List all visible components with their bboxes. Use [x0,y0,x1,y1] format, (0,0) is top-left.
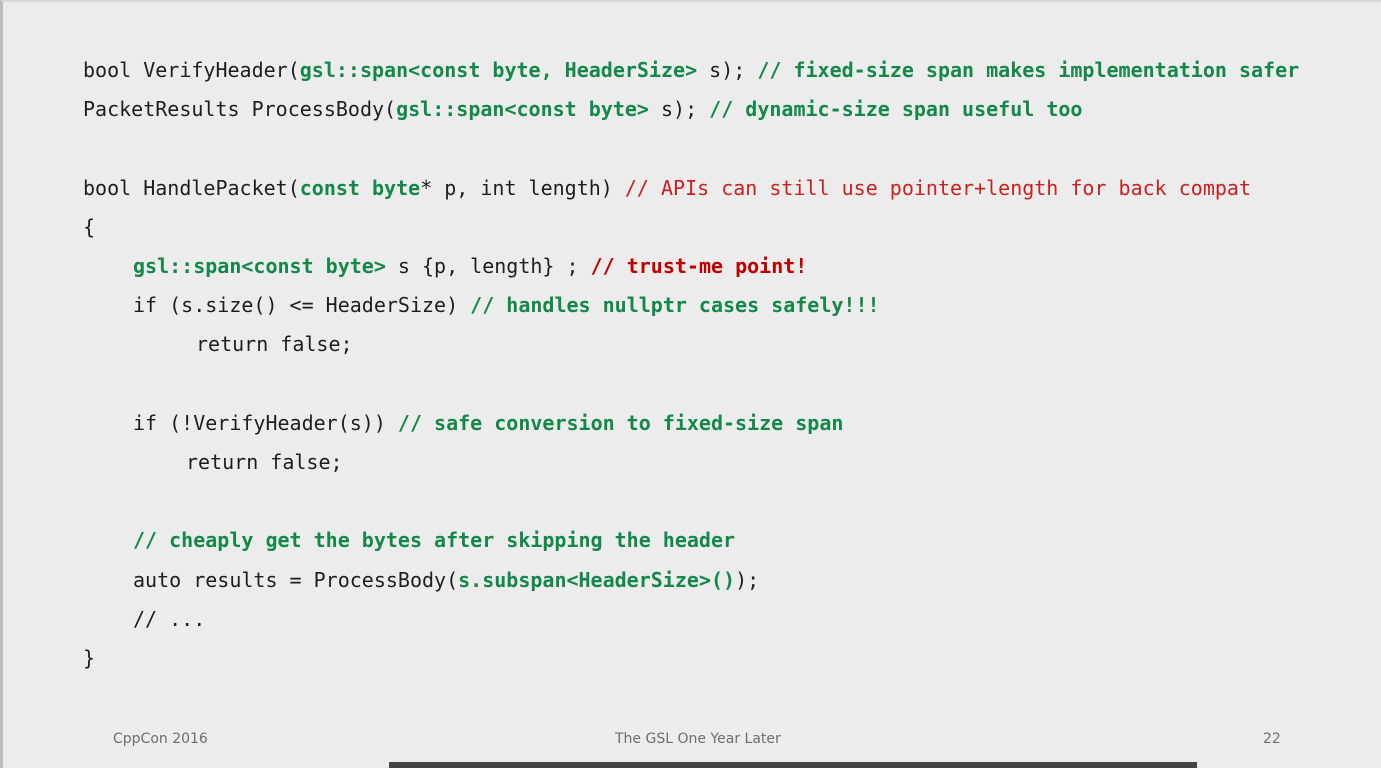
code-highlight: // safe conversion to fixed-size span [397,411,844,435]
code-line: auto results = ProcessBody(s.subspan<Hea… [133,568,759,592]
code-token: // ... [133,607,206,631]
code-line: if (!VerifyHeader(s)) // safe conversion… [133,411,843,435]
slide: bool VerifyHeader(gsl::span<const byte, … [0,0,1381,768]
code-highlight: s.subspan<HeaderSize>() [458,568,736,592]
code-token: bool HandlePacket( [83,176,300,200]
code-token: s); [697,58,758,82]
code-line: gsl::span<const byte> s {p, length} ; //… [133,254,807,278]
code-token: ); [735,568,760,592]
code-line: bool HandlePacket(const byte* p, int len… [83,176,1251,200]
code-comment-warning: // APIs can still use pointer+length for… [624,176,1252,200]
code-line: } [83,646,95,670]
code-token: } [83,646,96,670]
code-line: // cheaply get the bytes after skipping … [133,528,735,552]
code-token: { [83,215,96,239]
code-highlight: gsl::span<const byte, HeaderSize> [299,58,698,82]
footer-slide-number: 22 [1263,731,1281,747]
code-line: return false; [196,332,353,356]
code-token: s); [648,97,710,121]
video-progress-bar[interactable] [389,762,1197,768]
footer-talk-title: The GSL One Year Later [615,731,781,747]
code-highlight: const byte [299,176,421,200]
code-line: // ... [133,607,205,631]
code-token: if (!VerifyHeader(s)) [133,411,398,435]
code-line: return false; [186,450,343,474]
code-token: bool VerifyHeader( [83,58,300,82]
code-highlight: // cheaply get the bytes after skipping … [133,528,736,552]
code-token: return false; [186,450,343,474]
code-line: bool VerifyHeader(gsl::span<const byte, … [83,58,1299,82]
code-highlight: // fixed-size span makes implementation … [757,58,1300,82]
code-line: { [83,215,95,239]
code-highlight: // dynamic-size span useful too [709,97,1083,121]
code-line: PacketResults ProcessBody(gsl::span<cons… [83,97,1082,121]
footer-conference: CppCon 2016 [113,731,208,747]
code-token: * p, int length) [420,176,625,200]
code-highlight: gsl::span<const byte> [133,254,386,278]
code-token: s {p, length} ; [385,254,591,278]
code-line: if (s.size() <= HeaderSize) // handles n… [133,293,880,317]
code-highlight: gsl::span<const byte> [396,97,649,121]
code-token: auto results = ProcessBody( [133,568,459,592]
code-token: return false; [196,332,353,356]
code-comment-warning: // trust-me point! [590,254,808,278]
code-token: if (s.size() <= HeaderSize) [133,293,471,317]
code-token: PacketResults ProcessBody( [83,97,397,121]
code-block: bool VerifyHeader(gsl::span<const byte, … [3,2,1381,702]
code-highlight: // handles nullptr cases safely!!! [470,293,880,317]
